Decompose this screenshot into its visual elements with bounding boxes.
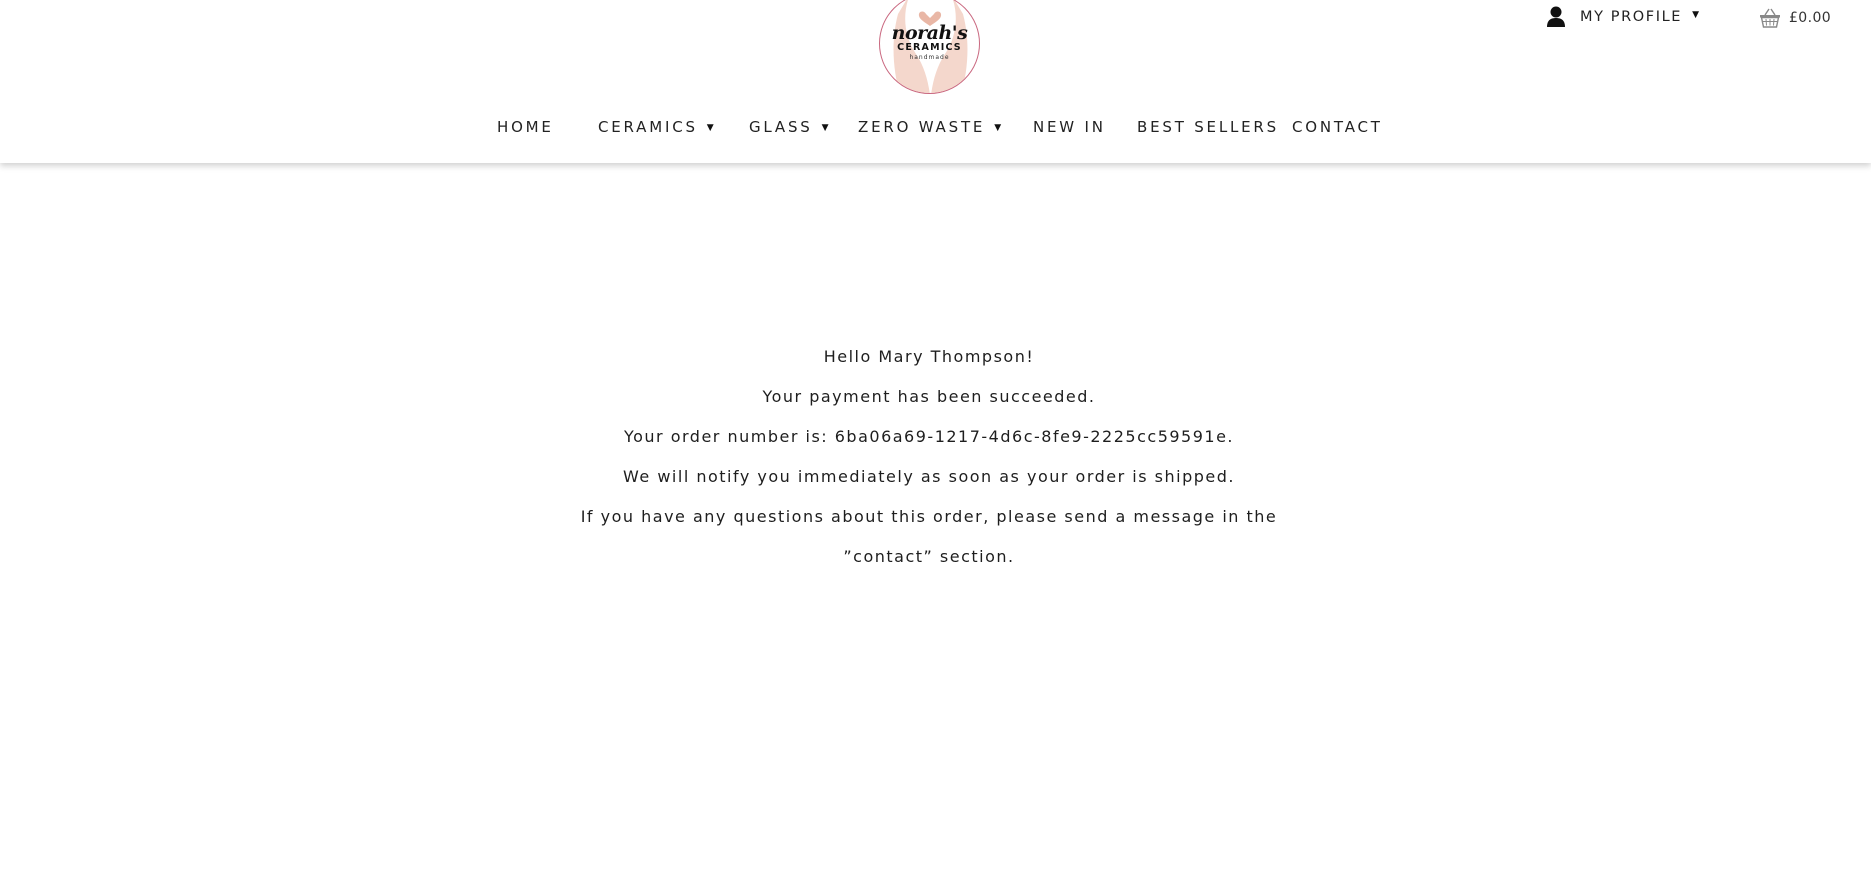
payment-status-text: Your payment has been succeeded. — [762, 387, 1096, 406]
nav-item-label: NEW IN — [1033, 118, 1106, 136]
nav-item-home[interactable]: HOME — [497, 118, 554, 136]
chevron-down-icon: ▼ — [994, 123, 1004, 133]
basket-icon — [1760, 8, 1780, 28]
person-icon — [1547, 6, 1565, 27]
nav-item-label: CONTACT — [1292, 118, 1383, 136]
site-header: norah's CERAMICS handmade MY PROFILE ▼ £… — [0, 0, 1871, 163]
nav-item-ceramics[interactable]: CERAMICS ▼ — [598, 118, 717, 136]
order-confirmation: Hello Mary Thompson! Your payment has be… — [0, 337, 1858, 577]
nav-item-zero-waste[interactable]: ZERO WASTE ▼ — [858, 118, 1004, 136]
chevron-down-icon: ▼ — [1692, 10, 1699, 20]
cart-total: £0.00 — [1789, 10, 1832, 26]
chevron-down-icon: ▼ — [706, 123, 717, 133]
nav-item-label: GLASS — [749, 118, 813, 136]
nav-item-label: ZERO WASTE — [858, 118, 986, 136]
nav-item-label: CERAMICS — [598, 118, 698, 136]
greeting-text: Hello Mary Thompson! — [823, 347, 1035, 366]
logo-small-text: handmade — [909, 54, 950, 61]
logo-script-text: norah's — [891, 22, 968, 44]
nav-item-new-in[interactable]: NEW IN — [1033, 118, 1106, 136]
cart-button[interactable]: £0.00 — [1759, 6, 1831, 30]
order-number-text: Your order number is: 6ba06a69-1217-4d6c… — [623, 427, 1235, 446]
nav-item-label: BEST SELLERS — [1137, 118, 1279, 136]
main-navigation: HOME CERAMICS ▼ GLASS ▼ ZERO WASTE ▼ NEW IN… — [0, 118, 1871, 144]
questions-text: If you have any questions about this ord… — [580, 507, 1278, 566]
nav-item-contact[interactable]: CONTACT — [1292, 118, 1383, 136]
chevron-down-icon: ▼ — [821, 123, 832, 133]
brand-logo[interactable]: norah's CERAMICS handmade — [879, 0, 980, 94]
nav-item-best-sellers[interactable]: BEST SELLERS — [1137, 118, 1279, 136]
my-profile-label: MY PROFILE — [1580, 9, 1683, 25]
nav-item-glass[interactable]: GLASS ▼ — [749, 118, 831, 136]
logo-caps-text: CERAMICS — [897, 42, 962, 53]
nav-item-label: HOME — [497, 118, 554, 136]
my-profile-menu[interactable]: MY PROFILE ▼ — [1546, 4, 1699, 30]
shipping-notice-text: We will notify you immediately as soon a… — [623, 467, 1235, 486]
